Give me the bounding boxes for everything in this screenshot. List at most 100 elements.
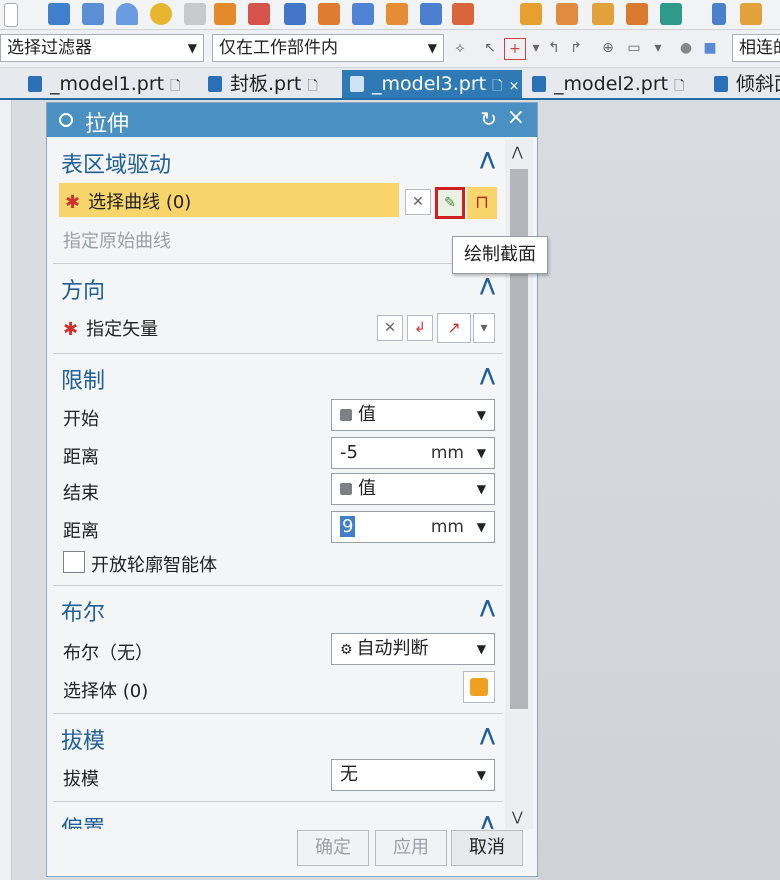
collapse-caret-icon[interactable]: ⋀ xyxy=(480,813,495,829)
reset-icon[interactable]: ↻ xyxy=(480,107,497,131)
feature-icon[interactable] xyxy=(214,3,236,25)
sphere-icon[interactable] xyxy=(150,3,172,25)
reverse-direction-icon[interactable]: ✕ xyxy=(377,315,403,341)
start-label: 开始 xyxy=(63,409,99,430)
curve-icon[interactable]: ⊓ xyxy=(467,187,497,219)
draft-dropdown[interactable]: 无 ▼ xyxy=(331,759,495,791)
specify-vector-label: 指定矢量 xyxy=(86,319,159,340)
tab-model3[interactable]: _model3.prt 🗋 × xyxy=(342,70,522,98)
boolean-label: 布尔（无） xyxy=(63,643,153,664)
direction-title[interactable]: 方向 xyxy=(61,273,105,305)
start-distance-value: -5 xyxy=(340,442,358,463)
chevron-down-icon: ▼ xyxy=(427,41,437,55)
cone-icon[interactable] xyxy=(116,3,138,25)
end-value: 值 xyxy=(358,478,376,499)
collapse-caret-icon[interactable]: ⋀ xyxy=(480,275,495,296)
end-dropdown[interactable]: 值 ▼ xyxy=(331,473,495,505)
cylinder-icon[interactable] xyxy=(82,3,104,25)
start-distance-field[interactable]: -5 mm ▼ xyxy=(331,437,495,469)
cancel-button[interactable]: 取消 xyxy=(451,830,523,866)
selection-filter-dropdown[interactable]: 选择过滤器 ▼ xyxy=(0,34,204,62)
ribbon-dropdown-icon[interactable] xyxy=(4,3,18,27)
collapse-caret-icon[interactable]: ⋀ xyxy=(480,597,495,618)
left-resource-bar[interactable] xyxy=(0,100,12,880)
close-icon[interactable]: × xyxy=(507,105,525,130)
trim-icon[interactable] xyxy=(660,3,682,25)
vector-dialog-icon[interactable]: ↗ xyxy=(437,313,471,343)
pattern-icon[interactable] xyxy=(592,3,614,25)
specify-origin-label: 指定原始曲线 xyxy=(63,231,171,252)
scope-dropdown[interactable]: 仅在工作部件内 ▼ xyxy=(212,34,444,62)
vector-icon[interactable]: ↲ xyxy=(407,315,433,341)
sketch-section-icon[interactable]: ✎ xyxy=(435,187,465,219)
section-drive-title[interactable]: 表区域驱动 xyxy=(61,147,171,179)
tab-model2[interactable]: _model2.prt 🗋 xyxy=(524,70,704,98)
dialog-title-bar[interactable]: 拉伸 ↻ × xyxy=(47,103,537,137)
pin-icon[interactable]: 🗋 xyxy=(492,79,502,94)
tab-model1[interactable]: _model1.prt 🗋 xyxy=(20,70,200,98)
end-distance-value: 9 xyxy=(340,516,356,537)
pin-icon[interactable]: 🗋 xyxy=(674,79,684,94)
special-feature-icon[interactable] xyxy=(248,3,270,25)
box-icon[interactable] xyxy=(48,3,70,25)
part-file-icon xyxy=(532,76,546,92)
pad-icon[interactable] xyxy=(386,3,408,25)
face-rule-icon[interactable]: ↱ xyxy=(566,38,586,58)
collapse-caret-icon[interactable]: ⋀ xyxy=(480,365,495,386)
groove-icon[interactable] xyxy=(452,3,474,25)
offset-title[interactable]: 偏置 xyxy=(61,811,105,829)
chevron-down-icon[interactable]: ▾ xyxy=(526,38,546,58)
view-shade-icon[interactable]: ● xyxy=(676,38,696,58)
chevron-down-icon[interactable]: ▾ xyxy=(473,313,495,343)
limits-title[interactable]: 限制 xyxy=(61,363,105,395)
close-tab-icon[interactable]: × xyxy=(509,79,520,94)
select-curve-row[interactable]: ✱ 选择曲线 (0) xyxy=(59,183,399,217)
more-icon[interactable] xyxy=(712,3,726,25)
pocket-icon[interactable] xyxy=(352,3,374,25)
extrude-dialog: 拉伸 ↻ × 表区域驱动 ⋀ ✱ 选择曲线 (0) ✕ ✎ ⊓ 指定原始曲线 方向… xyxy=(46,102,538,877)
boolean-dropdown[interactable]: ⚙ 自动判断 ▼ xyxy=(331,633,495,665)
curve-rule-icon[interactable]: ↰ xyxy=(544,38,564,58)
point-snap-icon[interactable]: + xyxy=(504,38,526,60)
end-label: 结束 xyxy=(63,483,99,504)
open-profile-label: 开放轮廓智能体 xyxy=(91,555,217,576)
ok-button[interactable]: 确定 xyxy=(297,830,369,866)
body-filter-icon[interactable]: ■ xyxy=(700,38,720,58)
boss-icon[interactable] xyxy=(318,3,340,25)
extra-tool-icon[interactable] xyxy=(740,3,762,25)
start-dropdown[interactable]: 值 ▼ xyxy=(331,399,495,431)
boolean-title[interactable]: 布尔 xyxy=(61,595,105,627)
chamfer-icon[interactable] xyxy=(556,3,578,25)
scroll-down-icon[interactable]: ⋁ xyxy=(512,810,523,825)
mirror-icon[interactable] xyxy=(626,3,648,25)
pin-icon[interactable]: 🗋 xyxy=(307,79,317,94)
chevron-down-icon: ▼ xyxy=(476,482,486,496)
apply-button[interactable]: 应用 xyxy=(375,830,447,866)
chevron-down-icon[interactable]: ▾ xyxy=(648,38,668,58)
boolean-value: 自动判断 xyxy=(356,638,429,659)
slot-icon[interactable] xyxy=(420,3,442,25)
scroll-up-icon[interactable]: ⋀ xyxy=(512,145,523,160)
select-all-icon[interactable]: ⊕ xyxy=(598,38,618,58)
tab-inclined-face[interactable]: 倾斜面 xyxy=(706,70,780,98)
graphics-window[interactable] xyxy=(538,100,780,880)
open-profile-checkbox[interactable] xyxy=(63,551,85,573)
collapse-caret-icon[interactable]: ⋀ xyxy=(480,725,495,746)
hole-icon[interactable] xyxy=(284,3,306,25)
shape-icon[interactable] xyxy=(184,3,206,25)
snap-toggle-icon[interactable]: ⟡ xyxy=(450,38,470,58)
draft-value: 无 xyxy=(340,764,358,785)
tab-fengban[interactable]: 封板.prt 🗋 xyxy=(200,70,342,98)
select-body-icon[interactable] xyxy=(463,671,495,703)
rectangle-select-icon[interactable]: ▭ xyxy=(624,38,644,58)
part-file-icon xyxy=(714,76,728,92)
pin-icon[interactable]: 🗋 xyxy=(170,79,180,94)
draft-title[interactable]: 拔模 xyxy=(61,723,105,755)
end-distance-field[interactable]: 9 mm ▼ xyxy=(331,511,495,543)
blend-icon[interactable] xyxy=(520,3,542,25)
cursor-location-icon[interactable]: ↖ xyxy=(480,38,500,58)
deselect-icon[interactable]: ✕ xyxy=(405,189,431,215)
snap-rule-dropdown[interactable]: 相连的 xyxy=(732,34,780,62)
select-curve-label: 选择曲线 (0) xyxy=(88,192,192,213)
collapse-caret-icon[interactable]: ⋀ xyxy=(480,149,495,170)
